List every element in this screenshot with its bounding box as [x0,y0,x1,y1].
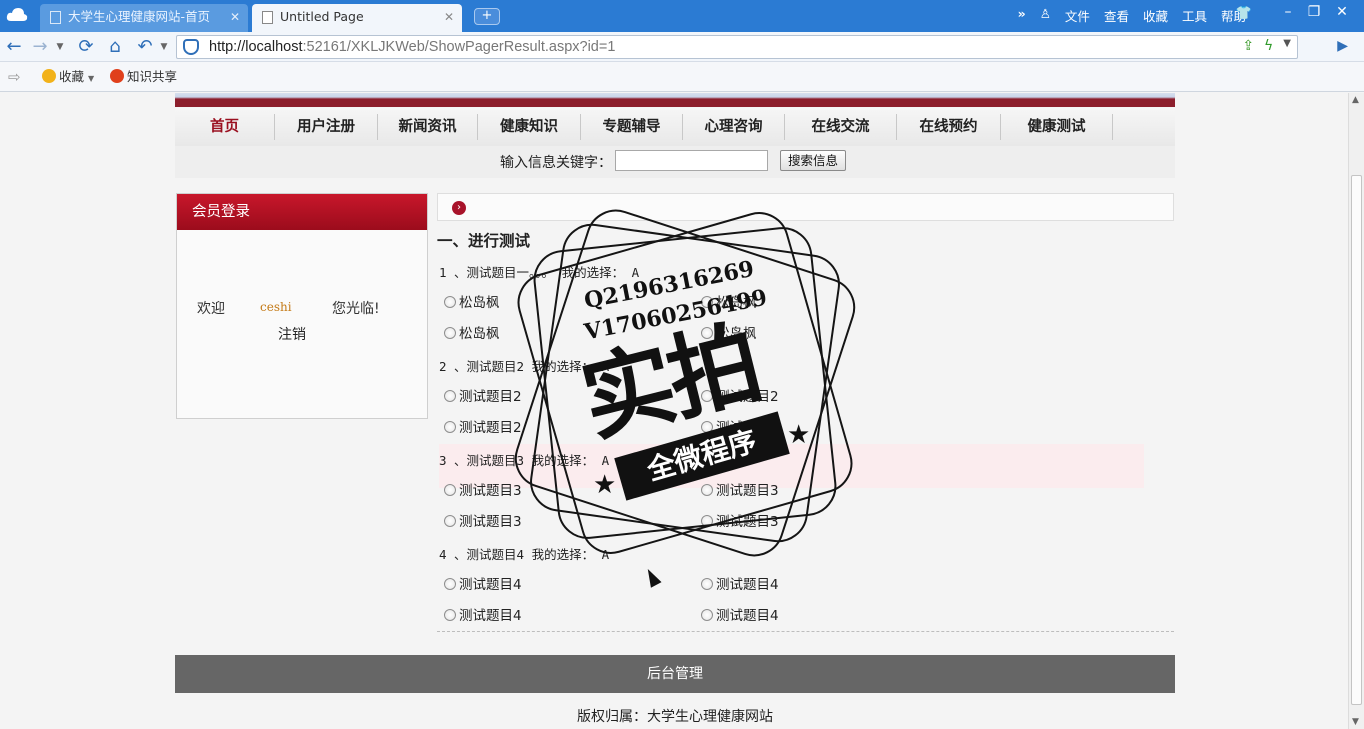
login-title: 会员登录 [177,194,427,230]
answer-option[interactable]: 松岛枫 [444,322,500,342]
more-chevron-icon[interactable]: » [1018,6,1026,25]
nav-home[interactable]: 首页 [175,114,275,140]
browser-tabbar: 大学生心理健康网站-首页 ✕ Untitled Page ✕ + » ♙ 文件 … [0,0,1364,32]
chevron-down-icon: ▼ [88,74,95,83]
vertical-scrollbar[interactable]: ▲ ▼ [1348,93,1364,729]
answer-option[interactable]: 测试题目4 [444,573,522,593]
logout-link[interactable]: 注销 [278,324,306,344]
radio-button[interactable] [444,327,456,339]
star-icon: ★ [593,470,617,500]
address-toolbar: ← → ▼ ⟳ ⌂ ↶ ▼ http://localhost:52161/XKL… [0,32,1364,62]
url-input[interactable]: http://localhost:52161/XKLJKWeb/ShowPage… [176,35,1298,59]
star-icon: ★ [787,420,811,450]
nav-register[interactable]: 用户注册 [275,114,378,140]
scroll-down-arrow-icon[interactable]: ▼ [1352,717,1359,727]
back-arrow-icon[interactable]: ← [4,36,24,58]
nav-online-chat[interactable]: 在线交流 [785,114,897,140]
star-icon [42,69,56,83]
minimize-button[interactable]: – [1276,3,1300,23]
shield-icon [183,39,199,55]
nav-news[interactable]: 新闻资讯 [378,114,478,140]
greeting-text: 您光临! [332,301,380,317]
search-input[interactable] [615,150,768,171]
login-panel: 会员登录 欢迎 ceshi 您光临! 注销 [176,193,428,419]
tab-label: Untitled Page [280,9,364,24]
radio-button[interactable] [444,390,456,402]
radio-button[interactable] [444,609,456,621]
favorites-menu[interactable]: 收藏 ▼ [42,68,94,88]
watermark-stamp: Q2196316269 V17060256499 实拍 全微程序 ★ ★ [505,201,863,565]
nav-topics[interactable]: 专题辅导 [581,114,683,140]
window-close-button[interactable]: ✕ [1330,3,1354,23]
welcome-text: 欢迎 [197,301,225,317]
nav-health-test[interactable]: 健康测试 [1001,114,1113,140]
chevron-down-icon[interactable]: ▼ [158,36,170,58]
document-icon [262,11,273,24]
banner-strip [175,93,1175,107]
tab-untitled[interactable]: Untitled Page ✕ [252,4,462,32]
radio-button[interactable] [701,609,713,621]
radio-button[interactable] [444,515,456,527]
menu-tools[interactable]: 工具 [1182,6,1207,25]
search-button[interactable]: 搜索信息 [780,150,846,171]
refresh-icon[interactable]: ⟳ [74,36,98,58]
browser-cloud-icon[interactable] [6,7,28,23]
scroll-up-arrow-icon[interactable]: ▲ [1352,95,1359,105]
favorite-link-knowledge[interactable]: 知识共享 [110,68,177,86]
answer-option[interactable]: 松岛枫 [444,291,500,311]
nav-health-knowledge[interactable]: 健康知识 [478,114,581,140]
lightning-icon[interactable]: ϟ [1264,38,1273,54]
divider [437,631,1174,632]
radio-button[interactable] [701,578,713,590]
restore-button[interactable]: ❐ [1302,3,1326,23]
answer-option[interactable]: 测试题目4 [701,573,779,593]
favorites-bar: ⇨ 收藏 ▼ 知识共享 [0,62,1364,92]
user-icon[interactable]: ♙ [1040,6,1051,25]
scrollbar-thumb[interactable] [1351,175,1362,705]
answer-option[interactable]: 测试题目4 [444,604,522,624]
forward-arrow-icon[interactable]: → [30,36,50,58]
nav-counseling[interactable]: 心理咨询 [683,114,785,140]
copyright-text: 版权归属：大学生心理健康网站 [577,709,773,725]
radio-button[interactable] [444,421,456,433]
go-play-icon[interactable]: ▶ [1337,38,1348,54]
radio-button[interactable] [444,484,456,496]
sidebar-toggle-icon[interactable]: ⇨ [8,68,21,86]
radio-button[interactable] [444,296,456,308]
nav-appointment[interactable]: 在线预约 [897,114,1001,140]
chevron-down-icon[interactable]: ▼ [1283,38,1291,54]
url-text[interactable]: http://localhost:52161/XKLJKWeb/ShowPage… [209,36,615,58]
chevron-down-icon[interactable]: ▼ [54,36,66,58]
main-nav: 首页 用户注册 新闻资讯 健康知识 专题辅导 心理咨询 在线交流 在线预约 健康… [175,108,1175,146]
new-tab-button[interactable]: + [474,8,500,25]
username: ceshi [260,300,292,314]
tab-label: 大学生心理健康网站-首页 [68,9,211,24]
share-icon[interactable]: ⇪ [1242,38,1254,54]
menu-favorites[interactable]: 收藏 [1143,6,1168,25]
answer-option[interactable]: 测试题目4 [701,604,779,624]
admin-link[interactable]: 后台管理 [175,655,1175,693]
undo-icon[interactable]: ↶ [134,36,156,58]
arrow-bullet-icon: › [452,201,466,215]
browser-menu: » ♙ 文件 查看 收藏 工具 帮助 [1018,6,1246,25]
skin-shirt-icon[interactable]: 👕 [1236,6,1252,21]
close-icon[interactable]: ✕ [444,4,454,30]
menu-file[interactable]: 文件 [1065,6,1090,25]
knowledge-logo-icon [110,69,124,83]
radio-button[interactable] [444,578,456,590]
search-label: 输入信息关键字： [500,155,612,171]
home-icon[interactable]: ⌂ [104,36,126,58]
search-row: 输入信息关键字： 搜索信息 [175,146,1175,178]
document-icon [50,11,61,24]
tab-home[interactable]: 大学生心理健康网站-首页 ✕ [40,4,248,32]
menu-view[interactable]: 查看 [1104,6,1129,25]
close-icon[interactable]: ✕ [230,4,240,30]
